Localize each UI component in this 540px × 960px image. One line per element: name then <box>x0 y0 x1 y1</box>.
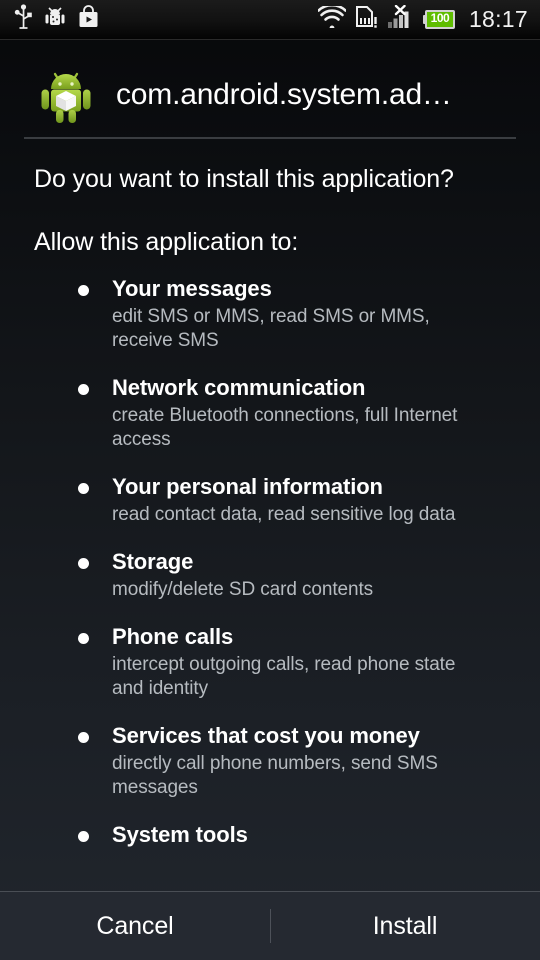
bullet-icon <box>78 732 89 743</box>
play-store-icon <box>77 4 100 35</box>
install-permission-screen: 100 18:17 com.android.system.ad… Do you … <box>0 0 540 960</box>
permission-title: Your messages <box>112 276 272 301</box>
dialog-button-bar: Cancel Install <box>0 891 540 960</box>
bullet-icon <box>78 831 89 842</box>
list-item: System tools <box>34 821 518 849</box>
bullet-icon <box>78 285 89 296</box>
cancel-button[interactable]: Cancel <box>0 892 270 960</box>
sd-card-warning-icon <box>355 5 378 34</box>
list-item: Your personal information read contact d… <box>34 473 518 527</box>
usb-icon <box>14 4 33 35</box>
bullet-icon <box>78 384 89 395</box>
permission-title: Your personal information <box>112 474 383 499</box>
permission-description: directly call phone numbers, send SMS me… <box>112 753 438 798</box>
android-package-icon <box>38 66 94 124</box>
status-bar-clock: 18:17 <box>468 6 528 32</box>
list-item: Services that cost you money directly ca… <box>34 722 518 800</box>
install-button[interactable]: Install <box>270 892 540 960</box>
button-divider <box>270 909 271 943</box>
battery-level-text: 100 <box>430 11 450 25</box>
list-item: Network communication create Bluetooth c… <box>34 374 518 452</box>
permission-title: Storage <box>112 549 194 574</box>
permission-description: read contact data, read sensitive log da… <box>112 504 456 525</box>
permission-title: Services that cost you money <box>112 723 420 748</box>
permission-list: Your messages edit SMS or MMS, read SMS … <box>34 275 518 849</box>
permission-title: System tools <box>112 822 248 847</box>
dialog-title-bar: com.android.system.ad… <box>0 40 540 130</box>
permission-description: create Bluetooth connections, full Inter… <box>112 405 458 450</box>
battery-icon: 100 <box>422 10 457 29</box>
dialog-content[interactable]: Do you want to install this application?… <box>0 139 540 891</box>
android-debug-icon <box>44 4 66 35</box>
status-bar-right-icons: 100 18:17 <box>317 3 528 34</box>
list-item: Storage modify/delete SD card contents <box>34 548 518 602</box>
bullet-icon <box>78 633 89 644</box>
permission-description: edit SMS or MMS, read SMS or MMS, receiv… <box>112 306 430 351</box>
permission-title: Network communication <box>112 375 366 400</box>
status-bar-left-icons <box>14 4 100 35</box>
permission-description: intercept outgoing calls, read phone sta… <box>112 654 456 699</box>
list-item: Phone calls intercept outgoing calls, re… <box>34 623 518 701</box>
wifi-icon <box>317 3 347 33</box>
install-question: Do you want to install this application? <box>34 165 454 193</box>
signal-no-service-icon <box>387 4 414 34</box>
list-item: Your messages edit SMS or MMS, read SMS … <box>34 275 518 353</box>
permission-description: modify/delete SD card contents <box>112 579 374 600</box>
permission-title: Phone calls <box>112 624 234 649</box>
status-bar: 100 18:17 <box>0 0 540 40</box>
package-name-title: com.android.system.ad… <box>116 78 452 111</box>
bullet-icon <box>78 483 89 494</box>
bullet-icon <box>78 558 89 569</box>
allow-label: Allow this application to: <box>34 228 299 256</box>
